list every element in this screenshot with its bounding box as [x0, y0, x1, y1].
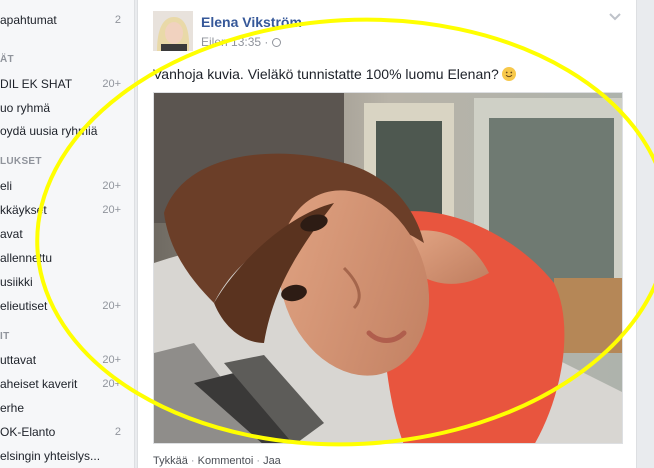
- sidebar-item[interactable]: kkäykset 20+: [0, 200, 135, 220]
- sidebar-item-count: 2: [114, 14, 121, 26]
- comment-link[interactable]: Kommentoi: [198, 455, 254, 467]
- actions-separator: ·: [187, 455, 198, 467]
- post-card: Elena Vikström Eilen 13:35 · Vanhoja kuv…: [137, 0, 637, 468]
- sidebar-item-label: uttavat: [0, 353, 37, 367]
- like-link[interactable]: Tykkää: [153, 455, 188, 467]
- sidebar-item-count: 2: [114, 426, 121, 438]
- sidebar-item-label: elsingin yhteislys...: [0, 449, 101, 463]
- author-name[interactable]: Elena Vikström: [201, 14, 302, 30]
- smile-emoji-icon: [501, 67, 516, 81]
- sidebar-item[interactable]: uttavat 20+: [0, 350, 135, 370]
- sidebar-item-count: 20+: [102, 78, 121, 90]
- sidebar-item[interactable]: uo ryhmä: [0, 98, 135, 118]
- sidebar-item[interactable]: erhe: [0, 398, 135, 418]
- left-sidebar: apahtumat 2 ÄT DIL EK SHAT 20+ uo ryhmä oydä u…: [0, 0, 135, 468]
- sidebar-item-count: 20+: [102, 204, 121, 216]
- sidebar-item[interactable]: aheiset kaverit 20+: [0, 374, 135, 394]
- sidebar-item[interactable]: apahtumat 2: [0, 10, 135, 30]
- sidebar-item-label: oydä uusia ryhmiä: [0, 124, 98, 138]
- sidebar-item-label: eli: [0, 179, 13, 193]
- sidebar-item[interactable]: DIL EK SHAT 20+: [0, 74, 135, 94]
- sidebar-item[interactable]: eli 20+: [0, 176, 135, 196]
- post-timestamp[interactable]: Eilen 13:35 ·: [201, 35, 282, 49]
- sidebar-heading-label: LUKSET: [0, 156, 42, 167]
- sidebar-heading-label: IT: [0, 331, 10, 342]
- post-photo[interactable]: [153, 92, 623, 444]
- sidebar-item-label: OK-Elanto: [0, 425, 56, 439]
- sidebar-section-heading: LUKSET: [0, 152, 135, 172]
- sidebar-item-label: uo ryhmä: [0, 101, 51, 115]
- sidebar-item-label: avat: [0, 227, 23, 241]
- smile-face: [502, 67, 516, 81]
- sidebar-heading-label: ÄT: [0, 54, 14, 65]
- sidebar-item-label: DIL EK SHAT: [0, 77, 73, 91]
- sidebar-item-label: allennettu: [0, 251, 53, 265]
- sidebar-item[interactable]: usiikki: [0, 272, 135, 292]
- sidebar-item-label: kkäykset: [0, 203, 47, 217]
- sidebar-item-label: apahtumat: [0, 13, 57, 27]
- sidebar-item-label: aheiset kaverit: [0, 377, 78, 391]
- chevron-down-icon[interactable]: [608, 12, 622, 22]
- sidebar-item[interactable]: OK-Elanto 2: [0, 422, 135, 442]
- sidebar-item[interactable]: elieutiset 20+: [0, 296, 135, 316]
- sidebar-section-heading: IT: [0, 327, 135, 347]
- globe-icon: [272, 38, 282, 47]
- sidebar-item-count: 20+: [102, 378, 121, 390]
- sidebar-item-count: 20+: [102, 354, 121, 366]
- sidebar-item[interactable]: oydä uusia ryhmiä: [0, 121, 135, 141]
- post-text: Vanhoja kuvia. Vieläkö tunnistatte 100% …: [153, 66, 516, 82]
- actions-separator-2: ·: [253, 455, 264, 467]
- sidebar-item-count: 20+: [102, 180, 121, 192]
- sidebar-item-count: 20+: [102, 300, 121, 312]
- timestamp-text[interactable]: Eilen 13:35 ·: [201, 35, 268, 49]
- post-actions: Tykkää · Kommentoi · Jaa: [153, 455, 281, 467]
- photo-image: [154, 93, 622, 443]
- sidebar-item[interactable]: avat: [0, 224, 135, 244]
- sidebar-item[interactable]: allennettu: [0, 248, 135, 268]
- sidebar-item-label: usiikki: [0, 275, 33, 289]
- author-avatar[interactable]: [153, 11, 193, 51]
- sidebar-item-label: erhe: [0, 401, 25, 415]
- sidebar-item-label: elieutiset: [0, 299, 48, 313]
- share-link[interactable]: Jaa: [263, 455, 281, 467]
- sidebar-item[interactable]: elsingin yhteislys...: [0, 446, 135, 466]
- post-text-content: Vanhoja kuvia. Vieläkö tunnistatte 100% …: [153, 66, 499, 82]
- avatar-image: [153, 11, 193, 51]
- sidebar-section-heading: ÄT: [0, 50, 135, 70]
